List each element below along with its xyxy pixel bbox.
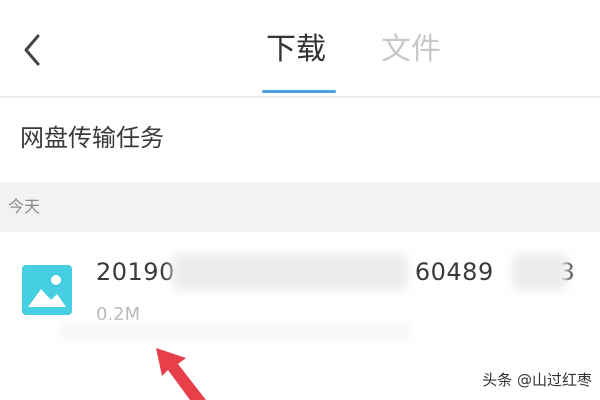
file-name-middle: 60489	[414, 258, 494, 286]
header-divider	[0, 96, 600, 98]
top-bar: 下载 文件	[0, 0, 600, 96]
chevron-left-icon	[24, 34, 40, 66]
blurred-redaction	[172, 254, 408, 290]
tab-files[interactable]: 文件	[381, 30, 441, 70]
date-group-header: 今天	[0, 182, 600, 232]
annotation-arrow-icon	[156, 348, 206, 400]
blurred-redaction	[512, 254, 568, 290]
back-button[interactable]	[14, 28, 54, 72]
tab-download[interactable]: 下载	[266, 30, 326, 70]
section-title: 网盘传输任务	[20, 124, 164, 152]
file-name-start: 20190	[96, 258, 175, 286]
blurred-text	[60, 322, 410, 340]
image-file-icon	[22, 265, 72, 315]
date-label: 今天	[8, 197, 41, 216]
active-tab-indicator	[262, 90, 336, 93]
watermark: 头条 @山过红枣	[482, 371, 592, 389]
